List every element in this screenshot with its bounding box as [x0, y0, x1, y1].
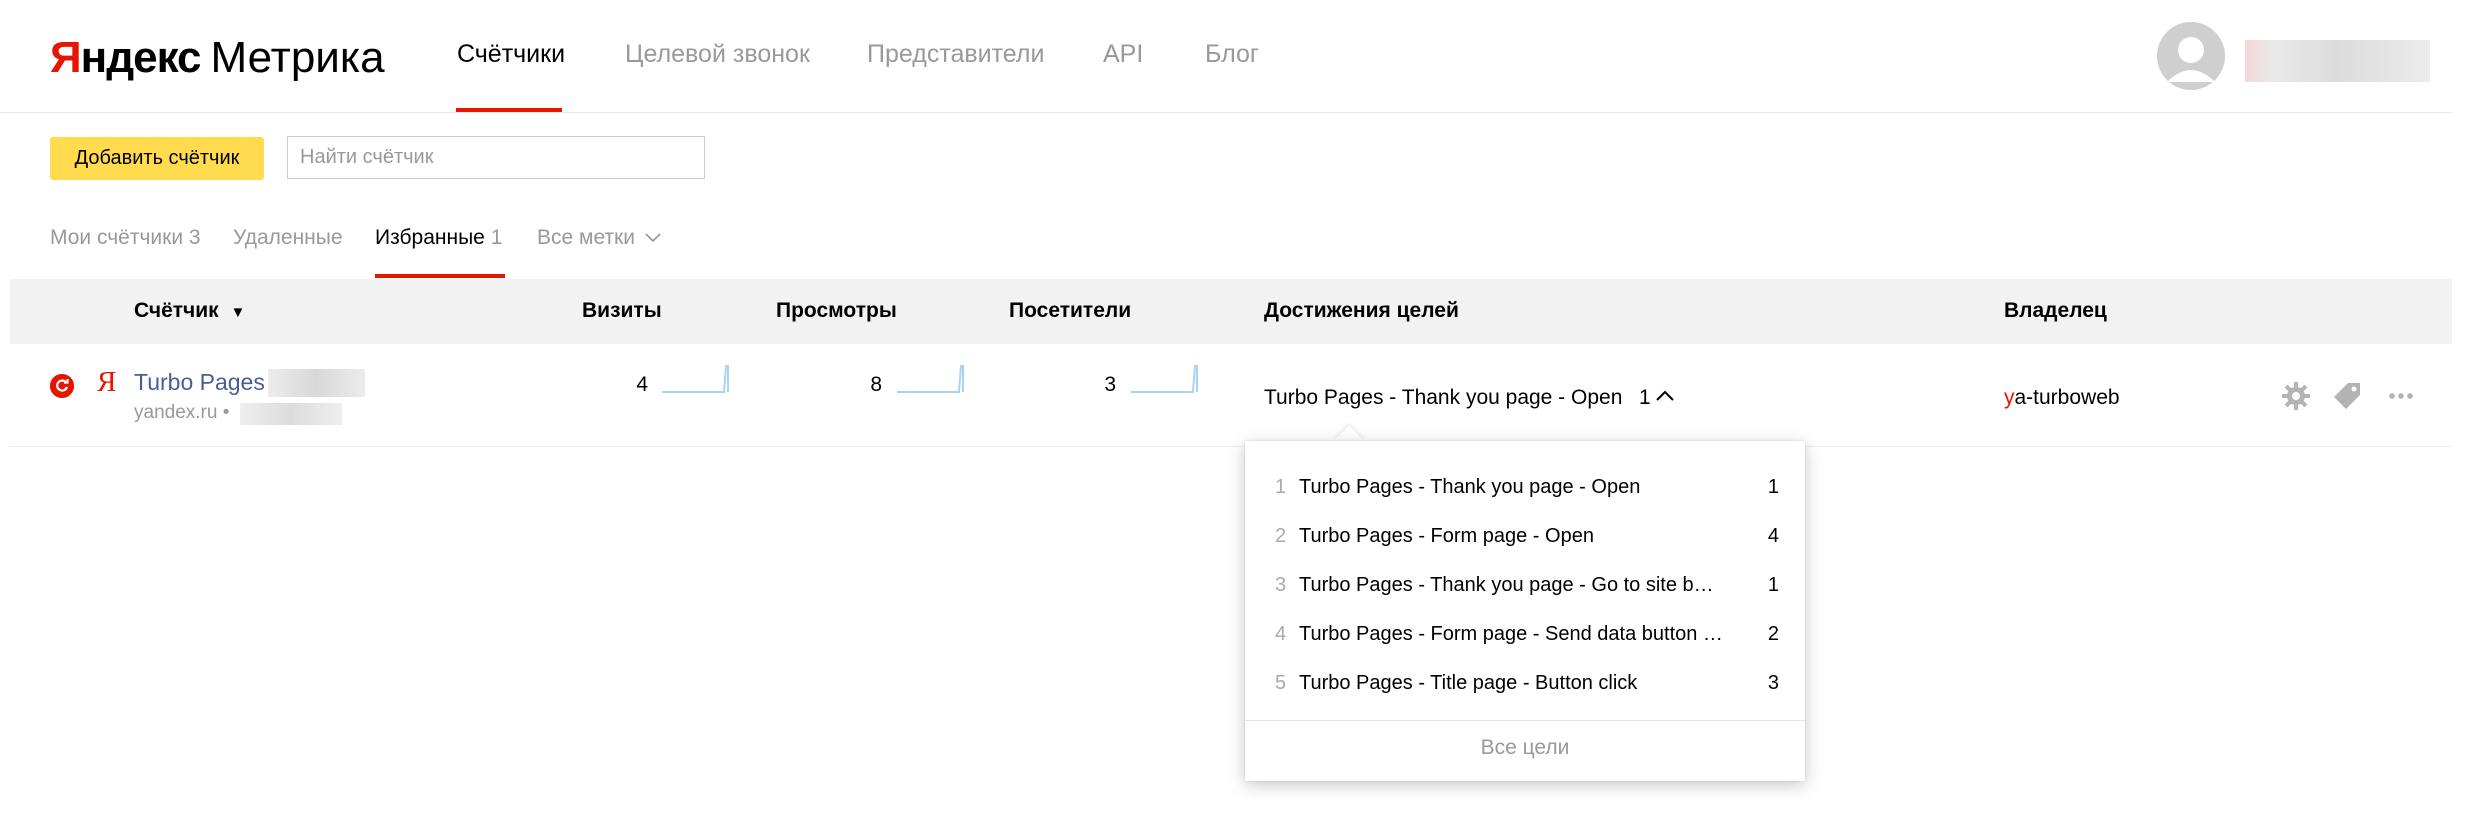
- goal-index: 2: [1275, 525, 1287, 547]
- gear-icon[interactable]: [2280, 380, 2312, 412]
- logo-product: Метрика: [210, 33, 385, 82]
- nav-api[interactable]: API: [1103, 40, 1143, 69]
- goal-name: Turbo Pages - Thank you page - Open: [1299, 476, 1641, 498]
- goal-item[interactable]: 5 Turbo Pages - Title page - Button clic…: [1245, 660, 1805, 709]
- goal-name: Turbo Pages - Form page - Open: [1299, 525, 1594, 547]
- goal-summary[interactable]: Turbo Pages - Thank you page - Open: [1264, 386, 1622, 410]
- goal-index: 1: [1275, 476, 1287, 498]
- logo[interactable]: Яндекс Метрика: [50, 28, 385, 88]
- chevron-down-icon: [645, 233, 661, 243]
- goal-item[interactable]: 1 Turbo Pages - Thank you page - Open 1: [1245, 464, 1805, 513]
- dropdown-divider: [1245, 720, 1805, 721]
- visits-sparkline: [662, 365, 729, 393]
- goal-count: 4: [1767, 525, 1779, 547]
- visitors-value: 3: [1104, 373, 1116, 396]
- tab-my-counters-label: Мои счётчики: [50, 226, 184, 249]
- owner-name[interactable]: ya-turboweb: [2004, 386, 2120, 410]
- column-goals[interactable]: Достижения целей: [1264, 299, 1459, 323]
- tab-deleted[interactable]: Удаленные: [233, 226, 343, 250]
- column-owner[interactable]: Владелец: [2004, 299, 2107, 323]
- goal-index: 4: [1275, 623, 1287, 645]
- goal-summary-count[interactable]: 1: [1639, 386, 1651, 410]
- tab-favorites-label: Избранные: [375, 226, 485, 249]
- visits-value: 4: [636, 373, 648, 396]
- more-icon[interactable]: [2385, 380, 2417, 412]
- column-counter[interactable]: Счётчик ▼: [134, 299, 245, 323]
- tab-all-tags[interactable]: Все метки: [537, 226, 661, 250]
- logo-brand: Яндекс: [50, 33, 202, 82]
- search-counter-input[interactable]: [287, 136, 705, 179]
- counter-number-redacted: [240, 403, 342, 425]
- visitors-sparkline: [1131, 365, 1198, 393]
- counter-domain: yandex.ru •: [134, 402, 230, 423]
- counter-id-redacted: [268, 369, 365, 397]
- goals-dropdown: 1 Turbo Pages - Thank you page - Open 1 …: [1245, 441, 1805, 781]
- tag-icon[interactable]: [2331, 380, 2363, 412]
- views-value: 8: [870, 373, 882, 396]
- goal-item[interactable]: 4 Turbo Pages - Form page - Send data bu…: [1245, 611, 1805, 660]
- avatar[interactable]: [2157, 22, 2225, 90]
- tab-active-underline: [375, 274, 505, 278]
- nav-representatives[interactable]: Представители: [867, 40, 1044, 69]
- goal-count: 1: [1767, 476, 1779, 498]
- username-redacted[interactable]: [2245, 40, 2430, 82]
- nav-counters[interactable]: Счётчики: [457, 40, 565, 69]
- column-visitors[interactable]: Посетители: [1009, 299, 1131, 323]
- add-counter-button[interactable]: Добавить счётчик: [50, 137, 264, 180]
- yandex-icon: Я: [97, 366, 117, 398]
- row-divider: [10, 446, 2452, 447]
- sort-desc-icon: ▼: [230, 304, 246, 321]
- all-goals-link[interactable]: Все цели: [1245, 736, 1805, 760]
- goal-count: 3: [1767, 672, 1779, 694]
- goal-item[interactable]: 3 Turbo Pages - Thank you page - Go to s…: [1245, 562, 1805, 611]
- goal-count: 2: [1767, 623, 1779, 645]
- goal-count: 1: [1767, 574, 1779, 596]
- owner-first-letter: y: [2004, 386, 2015, 409]
- tab-favorites[interactable]: Избранные 1: [375, 226, 502, 250]
- tab-my-counters[interactable]: Мои счётчики 3: [50, 226, 201, 250]
- goal-index: 3: [1275, 574, 1287, 596]
- nav-blog[interactable]: Блог: [1205, 40, 1259, 69]
- record-icon[interactable]: [50, 374, 74, 398]
- column-counter-label: Счётчик: [134, 299, 219, 322]
- nav-target-call[interactable]: Целевой звонок: [625, 40, 810, 69]
- goal-name: Turbo Pages - Title page - Button click: [1299, 672, 1638, 694]
- tab-all-tags-label: Все метки: [537, 226, 635, 249]
- tab-my-counters-count: 3: [188, 226, 201, 249]
- column-visits[interactable]: Визиты: [582, 299, 662, 323]
- refresh-icon: [50, 374, 74, 398]
- owner-rest: a-turboweb: [2014, 386, 2120, 409]
- goal-item[interactable]: 2 Turbo Pages - Form page - Open 4: [1245, 513, 1805, 562]
- counter-name-link[interactable]: Turbo Pages: [134, 369, 265, 396]
- goal-name: Turbo Pages - Form page - Send data butt…: [1299, 623, 1723, 645]
- goal-name: Turbo Pages - Thank you page - Go to sit…: [1299, 574, 1714, 596]
- user-icon: [2157, 22, 2225, 90]
- nav-active-underline: [456, 108, 562, 112]
- goal-index: 5: [1275, 672, 1287, 694]
- column-views[interactable]: Просмотры: [776, 299, 897, 323]
- views-sparkline: [897, 365, 964, 393]
- chevron-up-icon[interactable]: [1655, 386, 1675, 406]
- tab-favorites-count: 1: [490, 226, 503, 249]
